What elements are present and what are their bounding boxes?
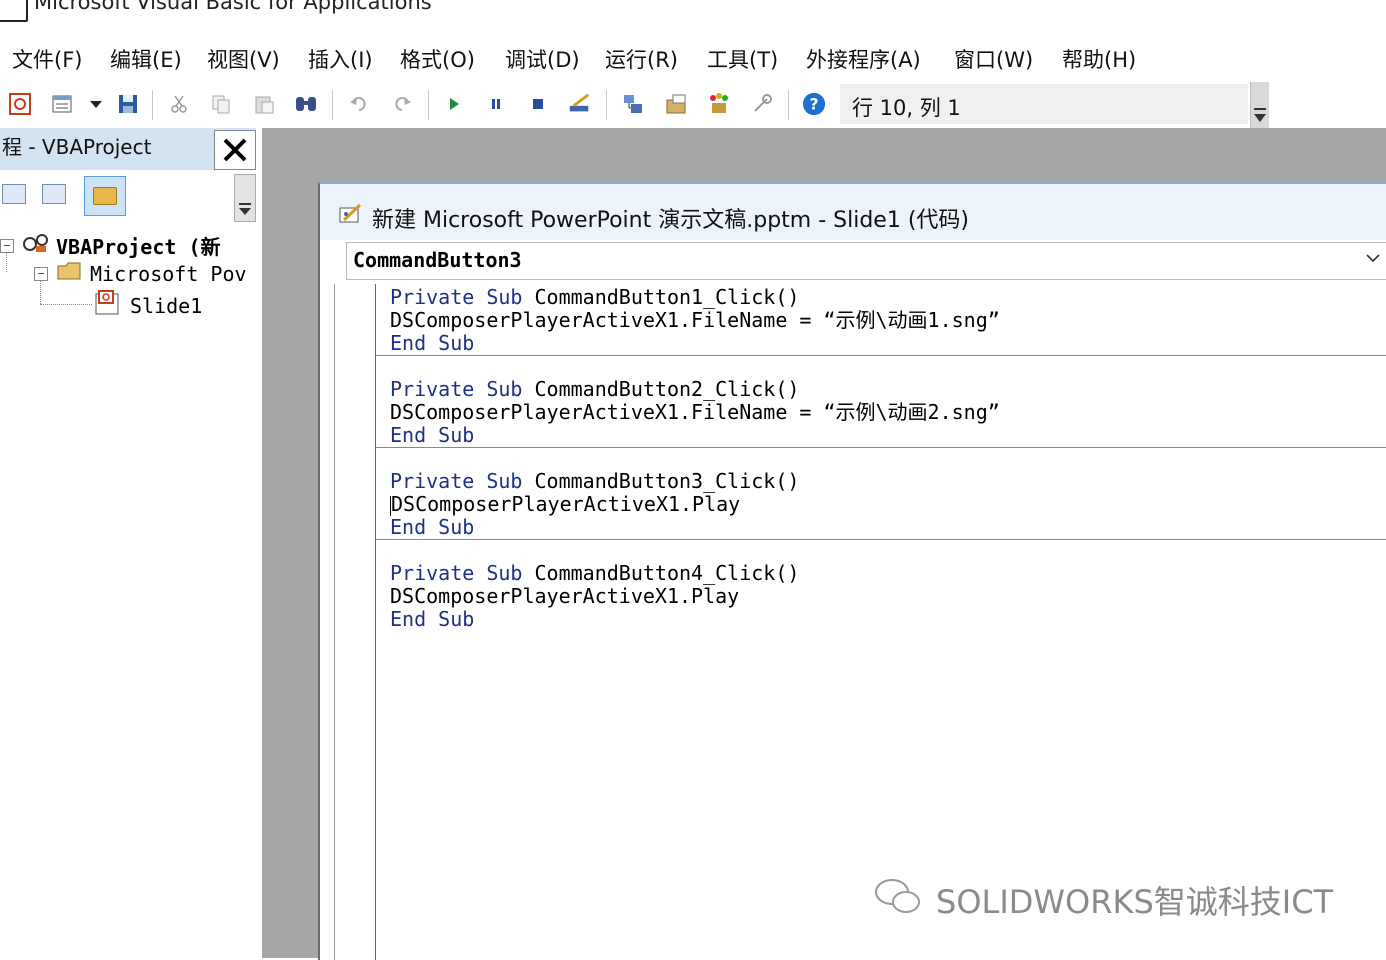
undo-icon[interactable] <box>347 92 371 116</box>
properties-icon[interactable] <box>664 92 688 116</box>
powerpoint-icon[interactable] <box>8 92 32 116</box>
toolbar-separator <box>428 90 429 120</box>
svg-text:?: ? <box>809 95 818 114</box>
reset-icon[interactable] <box>526 92 550 116</box>
slide-icon <box>94 290 124 321</box>
menu-debug[interactable]: 调试(D) <box>505 44 580 74</box>
vba-app-icon <box>0 0 28 22</box>
code-margin-indicator-bar[interactable] <box>334 284 376 960</box>
code-window-title: 新建 Microsoft PowerPoint 演示文稿.pptm - Slid… <box>372 208 969 233</box>
collapse-icon[interactable]: − <box>0 238 14 253</box>
view-object-icon[interactable] <box>42 184 66 204</box>
toolbox-icon[interactable] <box>750 92 774 116</box>
toolbar-overflow-handle[interactable] <box>1250 82 1269 128</box>
vbaproject-icon <box>22 230 50 261</box>
procedure-block: Private Sub CommandButton3_Click() DSCom… <box>390 470 1386 539</box>
toolbar-separator <box>332 90 333 120</box>
tree-label-slide1: Slide1 <box>130 293 203 318</box>
standard-toolbar: ? 行 10, 列 1 <box>0 82 1386 128</box>
cut-icon[interactable] <box>167 92 191 116</box>
toolbar-separator <box>606 90 607 120</box>
run-icon[interactable] <box>442 92 466 116</box>
code-line[interactable]: Private Sub CommandButton3_Click() <box>390 470 1386 493</box>
object-browser-icon[interactable] <box>707 92 731 116</box>
code-line[interactable]: End Sub <box>390 608 1386 631</box>
code-editor[interactable]: Private Sub CommandButton1_Click() DSCom… <box>376 284 1386 960</box>
code-line[interactable]: DSComposerPlayerActiveX1.Play <box>390 585 1386 608</box>
chevron-down-icon[interactable] <box>1365 249 1381 268</box>
find-icon[interactable] <box>294 92 318 116</box>
project-explorer-title: 程 - VBAProject <box>2 135 152 159</box>
procedure-separator <box>376 355 1386 356</box>
menu-file[interactable]: 文件(F) <box>12 44 82 74</box>
break-icon[interactable] <box>484 92 508 116</box>
code-line[interactable]: End Sub <box>390 424 1386 447</box>
code-line[interactable]: End Sub <box>390 332 1386 355</box>
code-line[interactable]: DSComposerPlayerActiveX1.Play <box>390 493 1386 516</box>
help-icon[interactable]: ? <box>802 92 826 116</box>
view-object-icon[interactable] <box>50 92 74 116</box>
watermark-text: SOLIDWORKS智诚科技ICT <box>936 883 1334 921</box>
project-explorer-icon[interactable] <box>621 92 645 116</box>
menu-help[interactable]: 帮助(H) <box>1062 44 1136 74</box>
procedure-separator <box>376 447 1386 448</box>
redo-icon[interactable] <box>390 92 414 116</box>
menu-insert[interactable]: 插入(I) <box>308 44 373 74</box>
tree-node-vbaproject[interactable]: − VBAProject (新 <box>0 230 221 261</box>
cursor-position: 行 10, 列 1 <box>852 96 961 120</box>
tree-node-folder[interactable]: − Microsoft Pov <box>34 260 247 287</box>
toolbar-separator <box>152 90 153 120</box>
watermark: SOLIDWORKS智诚科技ICT <box>872 876 1333 924</box>
code-line[interactable]: DSComposerPlayerActiveX1.FileName = “示例\… <box>390 401 1386 424</box>
toggle-folders-button[interactable] <box>84 176 126 216</box>
project-toolbar-scroll[interactable] <box>234 174 256 222</box>
procedure-block: Private Sub CommandButton4_Click() DSCom… <box>390 562 1386 631</box>
tree-label-vbaproject: VBAProject (新 <box>56 235 221 259</box>
menu-bar: 文件(F) 编辑(E) 视图(V) 插入(I) 格式(O) 调试(D) 运行(R… <box>0 38 1386 78</box>
menu-format[interactable]: 格式(O) <box>400 44 475 74</box>
menu-run[interactable]: 运行(R) <box>605 44 678 74</box>
tree-connector <box>40 304 92 305</box>
dropdown-icon[interactable] <box>84 92 108 116</box>
procedure-block: Private Sub CommandButton2_Click() DSCom… <box>390 378 1386 447</box>
project-explorer-toolbar <box>0 170 256 223</box>
procedure-separator <box>376 539 1386 540</box>
title-bar: Microsoft Visual Basic for Applications <box>0 0 1386 26</box>
project-tree: − VBAProject (新 − Microsoft Pov Slide1 <box>0 222 262 958</box>
design-mode-icon[interactable] <box>568 92 592 116</box>
tree-label-folder: Microsoft Pov <box>90 261 247 286</box>
object-dropdown[interactable]: CommandButton3 <box>346 242 1386 280</box>
object-dropdown-value: CommandButton3 <box>353 248 522 272</box>
save-icon[interactable] <box>116 92 140 116</box>
code-line[interactable]: Private Sub CommandButton2_Click() <box>390 378 1386 401</box>
window-title: Microsoft Visual Basic for Applications <box>34 0 432 14</box>
code-line[interactable]: DSComposerPlayerActiveX1.FileName = “示例\… <box>390 309 1386 332</box>
folder-open-icon <box>56 260 84 287</box>
folder-icon <box>93 187 117 205</box>
code-window-title-bar: 新建 Microsoft PowerPoint 演示文稿.pptm - Slid… <box>320 184 1386 240</box>
paste-icon[interactable] <box>252 92 276 116</box>
code-line[interactable]: Private Sub CommandButton1_Click() <box>390 286 1386 309</box>
code-window-icon <box>338 202 364 231</box>
project-explorer-header: 程 - VBAProject <box>0 128 256 170</box>
code-line[interactable]: Private Sub CommandButton4_Click() <box>390 562 1386 585</box>
close-icon[interactable] <box>214 130 256 170</box>
code-line[interactable]: End Sub <box>390 516 1386 539</box>
menu-addins[interactable]: 外接程序(A) <box>806 44 921 74</box>
procedure-block: Private Sub CommandButton1_Click() DSCom… <box>390 286 1386 355</box>
copy-icon[interactable] <box>209 92 233 116</box>
menu-view[interactable]: 视图(V) <box>207 44 280 74</box>
view-code-icon[interactable] <box>2 184 26 204</box>
tree-node-slide1[interactable]: Slide1 <box>94 290 202 321</box>
menu-tools[interactable]: 工具(T) <box>707 44 778 74</box>
wechat-icon <box>872 876 924 924</box>
menu-edit[interactable]: 编辑(E) <box>110 44 182 74</box>
collapse-icon[interactable]: − <box>34 266 48 281</box>
code-window: 新建 Microsoft PowerPoint 演示文稿.pptm - Slid… <box>318 182 1386 960</box>
cursor-position-box: 行 10, 列 1 <box>840 84 1248 124</box>
toolbar-separator <box>788 90 789 120</box>
menu-window[interactable]: 窗口(W) <box>954 44 1033 74</box>
